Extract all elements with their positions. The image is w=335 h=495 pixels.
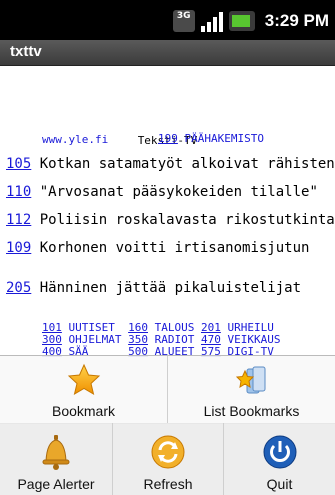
site-link[interactable]: www.yle.fi — [42, 133, 108, 146]
title-bar: txttv — [0, 40, 335, 66]
power-icon — [263, 435, 296, 469]
star-icon — [67, 363, 100, 396]
battery-icon — [228, 11, 255, 31]
home-page-link[interactable]: 199 PÄÄHAKEMISTO — [158, 132, 264, 145]
news-item[interactable]: 110 "Arvosanat pääsykokeiden tilalle" — [6, 184, 318, 200]
page-alerter-label: Page Alerter — [17, 476, 95, 492]
news-item[interactable]: 105 Kotkan satamatyöt alkoivat rähisten — [6, 156, 335, 172]
news-item[interactable]: 109 Korhonen voitti irtisanomisjutun — [6, 240, 309, 256]
quit-button[interactable]: Quit — [224, 423, 335, 495]
signal-strength-icon — [200, 10, 223, 32]
page-alerter-button[interactable]: Page Alerter — [0, 423, 112, 495]
refresh-label: Refresh — [143, 476, 193, 492]
options-menu: Bookmark List Bookmarks Page Alerter Ref… — [0, 355, 335, 495]
bell-icon — [42, 435, 70, 470]
status-icons: 3G 3:29 PM — [172, 8, 329, 34]
refresh-icon — [151, 435, 185, 469]
list-bookmarks-label: List Bookmarks — [203, 403, 300, 419]
news-item[interactable]: 205 Hänninen jättää pikaluistelijat — [6, 280, 301, 296]
status-bar: 3G 3:29 PM — [0, 0, 335, 40]
list-bookmarks-button[interactable]: List Bookmarks — [168, 356, 335, 423]
quit-label: Quit — [266, 476, 293, 492]
bookmark-label: Bookmark — [51, 403, 116, 419]
network-3g-icon: 3G — [172, 10, 195, 32]
clock: 3:29 PM — [264, 11, 329, 30]
news-item[interactable]: 112 Poliisin roskalavasta rikostutkinta — [6, 212, 335, 228]
refresh-button[interactable]: Refresh — [113, 423, 223, 495]
bookmark-button[interactable]: Bookmark — [0, 356, 167, 423]
network-type: 3G — [176, 11, 191, 21]
app-title: txttv — [10, 43, 42, 60]
star-folder-icon — [235, 366, 265, 394]
